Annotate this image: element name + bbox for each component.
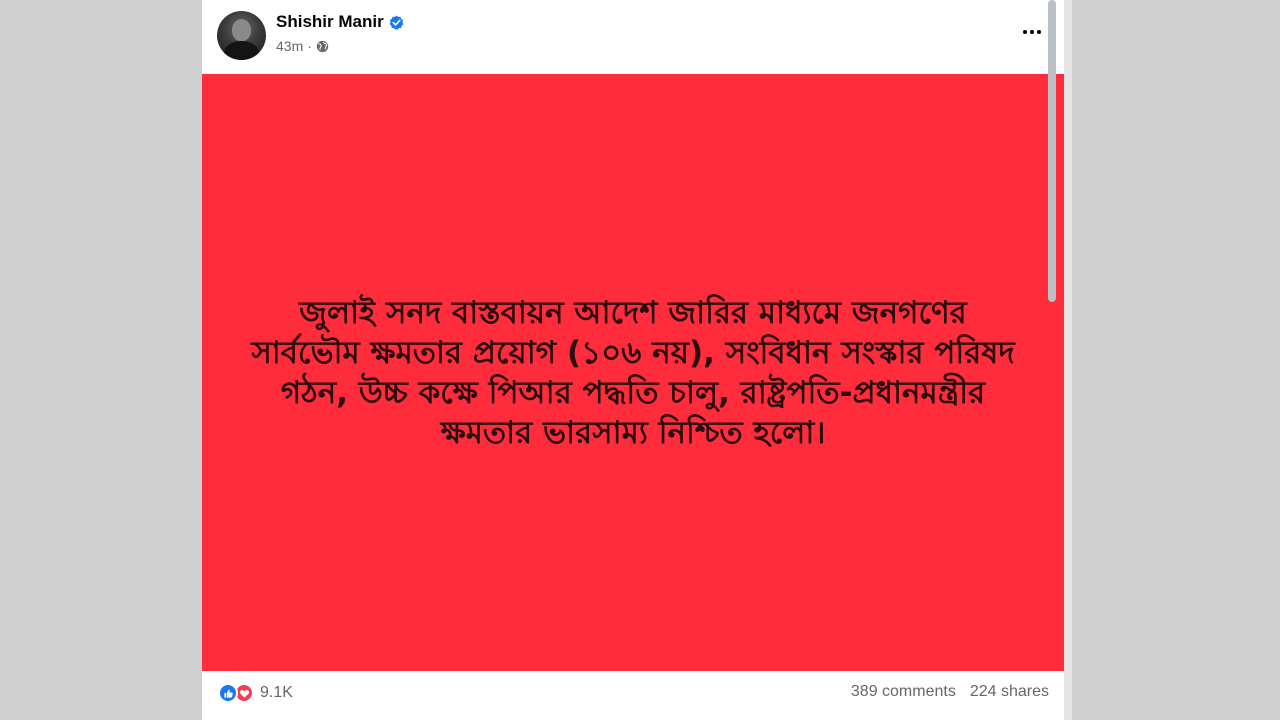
- post-meta: 43m ·: [276, 38, 329, 54]
- right-edge-strip: [1064, 0, 1072, 720]
- author-avatar[interactable]: [217, 11, 266, 60]
- post-header: Shishir Manir 43m ·: [202, 0, 1064, 74]
- verified-badge-icon: [389, 14, 404, 30]
- author-name-link[interactable]: Shishir Manir: [276, 12, 384, 32]
- post-stats: 389 comments 224 shares: [851, 683, 1049, 701]
- more-options-icon[interactable]: [1018, 18, 1046, 46]
- post-footer: 9.1K 389 comments 224 shares: [202, 671, 1064, 720]
- shares-count-link[interactable]: 224 shares: [970, 683, 1049, 701]
- media-text: জুলাই সনদ বাস্তবায়ন আদেশ জারির মাধ্যমে …: [251, 294, 1015, 451]
- globe-icon[interactable]: [316, 40, 329, 53]
- reaction-count: 9.1K: [260, 684, 293, 701]
- facebook-post: Shishir Manir 43m · জুলাই সনদ বাস্তবায়ন…: [202, 0, 1064, 720]
- left-background: [0, 0, 202, 720]
- avatar-head: [232, 19, 251, 41]
- right-background: [1064, 0, 1280, 720]
- like-icon: [218, 683, 238, 703]
- author-row: Shishir Manir: [276, 12, 404, 32]
- scrollbar-thumb[interactable]: [1048, 0, 1056, 302]
- meta-separator: ·: [307, 38, 312, 54]
- post-media-text-card[interactable]: জুলাই সনদ বাস্তবায়ন আদেশ জারির মাধ্যমে …: [202, 74, 1064, 671]
- reactions-summary[interactable]: 9.1K: [218, 683, 293, 703]
- avatar-body: [224, 41, 259, 60]
- post-timestamp[interactable]: 43m: [276, 38, 303, 54]
- comments-count-link[interactable]: 389 comments: [851, 683, 956, 701]
